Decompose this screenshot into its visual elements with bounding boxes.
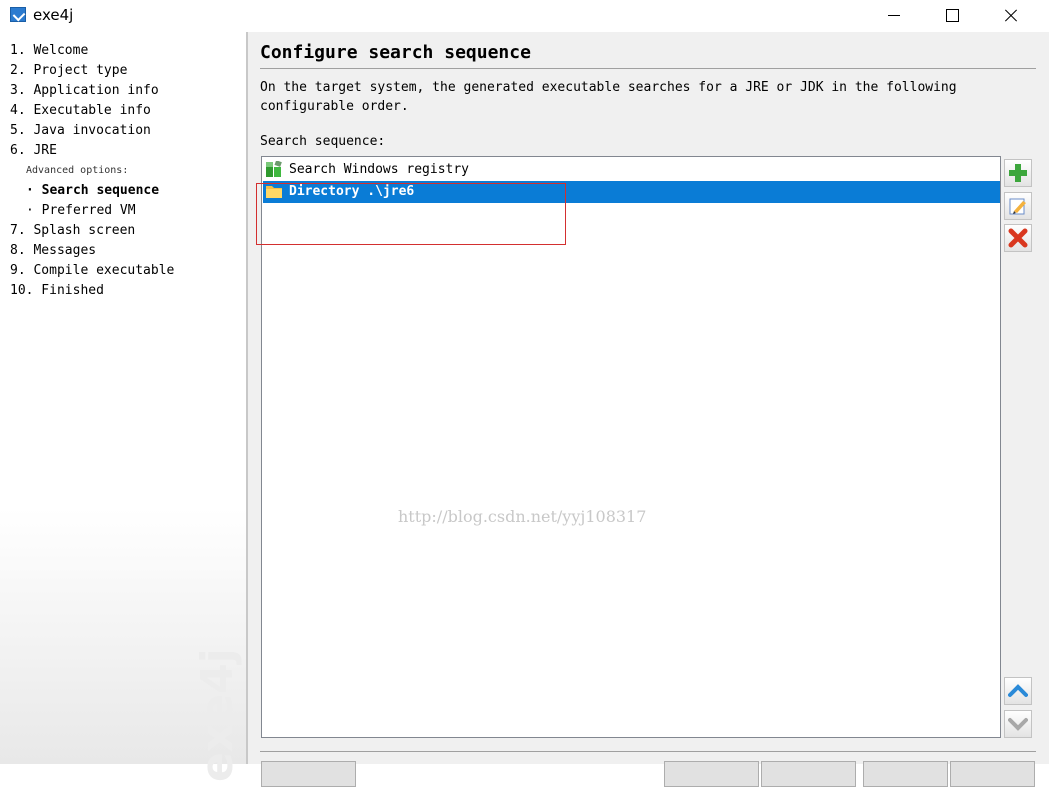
finish-button[interactable] — [863, 761, 948, 787]
edit-icon — [1009, 198, 1026, 215]
exe4j-app-icon — [10, 7, 26, 22]
chevron-down-icon — [1008, 718, 1028, 731]
footer-divider — [260, 751, 1036, 752]
step-finished[interactable]: 10. Finished — [10, 282, 174, 302]
add-button[interactable] — [1004, 159, 1032, 187]
page-description: On the target system, the generated exec… — [260, 80, 957, 114]
back-button[interactable] — [664, 761, 759, 787]
remove-icon — [1008, 228, 1028, 248]
next-button[interactable] — [761, 761, 856, 787]
add-icon — [1009, 164, 1027, 182]
advanced-options-label: Advanced options: — [26, 165, 129, 176]
list-item-label: Search Windows registry — [289, 162, 470, 177]
step-java-invocation[interactable]: 5. Java invocation — [10, 122, 174, 142]
step-preferred-vm[interactable]: · Preferred VM — [10, 202, 174, 222]
cancel-button[interactable] — [950, 761, 1035, 787]
blog-watermark: http://blog.csdn.net/yyj108317 — [398, 507, 647, 526]
help-button[interactable] — [261, 761, 356, 787]
step-splash-screen[interactable]: 7. Splash screen — [10, 222, 174, 242]
step-application-info[interactable]: 3. Application info — [10, 82, 174, 102]
annotation-highlight — [256, 183, 566, 245]
maximize-button[interactable] — [923, 0, 981, 30]
wizard-steps: 1. Welcome 2. Project type 3. Applicatio… — [10, 42, 174, 302]
step-messages[interactable]: 8. Messages — [10, 242, 174, 262]
step-welcome[interactable]: 1. Welcome — [10, 42, 174, 62]
remove-button[interactable] — [1004, 224, 1032, 252]
wizard-sidebar: 1. Welcome 2. Project type 3. Applicatio… — [0, 32, 246, 782]
window-title: exe4j — [33, 6, 74, 24]
page-title: Configure search sequence — [260, 42, 531, 63]
step-jre[interactable]: 6. JRE — [10, 142, 174, 162]
search-sequence-label: Search sequence: — [260, 134, 386, 149]
windows-registry-icon — [266, 161, 282, 177]
main-panel: Configure search sequence On the target … — [248, 32, 1049, 787]
move-up-button[interactable] — [1004, 677, 1032, 705]
move-down-button[interactable] — [1004, 710, 1032, 738]
title-divider — [260, 68, 1036, 69]
step-compile-executable[interactable]: 9. Compile executable — [10, 262, 174, 282]
title-bar: exe4j — [0, 0, 1049, 32]
step-project-type[interactable]: 2. Project type — [10, 62, 174, 82]
close-button[interactable] — [981, 0, 1039, 30]
edit-button[interactable] — [1004, 192, 1032, 220]
chevron-up-icon — [1008, 684, 1028, 697]
step-search-sequence[interactable]: · Search sequence — [10, 182, 174, 202]
list-item[interactable]: Search Windows registry — [263, 159, 1000, 181]
exe4j-watermark: exe4j — [192, 648, 243, 782]
minimize-button[interactable] — [865, 0, 923, 30]
step-executable-info[interactable]: 4. Executable info — [10, 102, 174, 122]
